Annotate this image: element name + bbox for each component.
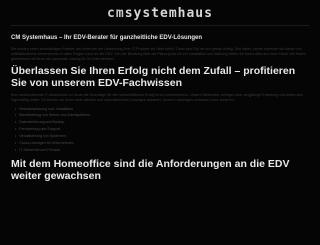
section-heading-success: Überlassen Sie Ihren Erfolg nicht dem Zu… — [11, 64, 296, 89]
logo-main: systemhaus — [124, 5, 213, 21]
logo-prefix: cm — [107, 5, 125, 21]
header-divider — [11, 25, 309, 26]
list-item: Fernwartung und Support — [15, 126, 309, 133]
list-item: IT-Sicherheit und Firewall — [15, 147, 309, 154]
site-logo[interactable]: cmsystemhaus — [107, 6, 213, 21]
section-paragraph-success: Eine funktionierende IT-Infrastruktur is… — [11, 92, 304, 102]
list-item: Virtualisierung von Systemen — [15, 133, 309, 140]
page-subtitle: CM Systemhaus – Ihr EDV-Berater für ganz… — [11, 35, 203, 41]
list-item: Bereitstellung von Server und Arbeitsplä… — [15, 112, 309, 119]
list-item: Cloud-Lösungen für Unternehmen — [15, 140, 309, 147]
site-header: cmsystemhaus — [0, 0, 320, 25]
main-content: CM Systemhaus – Ihr EDV-Berater für ganz… — [0, 35, 320, 182]
section-heading-homeoffice: Mit dem Homeoffice sind die Anforderunge… — [11, 157, 290, 182]
services-list: Netzwerkplanung und -installation Bereit… — [11, 106, 309, 154]
list-item: Datensicherung und Backup — [15, 119, 309, 126]
intro-paragraph: Sie suchen einen zuverlässigen Partner, … — [11, 47, 306, 61]
page: cmsystemhaus CM Systemhaus – Ihr EDV-Ber… — [0, 0, 320, 245]
list-item: Netzwerkplanung und -installation — [15, 106, 309, 113]
